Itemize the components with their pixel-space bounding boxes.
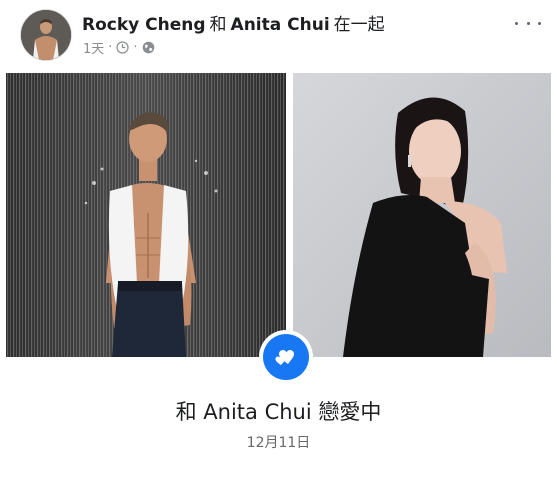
tagged-person-link[interactable]: Anita Chui (231, 15, 330, 35)
author-avatar[interactable] (21, 10, 71, 60)
life-event-title: 和 Anita Chui 戀愛中 (175, 400, 382, 424)
with-suffix: 在一起 (333, 15, 385, 35)
more-dot (515, 21, 518, 25)
life-event-date: 12月11日 (246, 435, 311, 451)
life-event-badge (259, 330, 313, 384)
hearts-icon (263, 334, 309, 380)
post-header: Rocky Cheng 和 Anita Chui 在一起 1天 · · (0, 0, 557, 70)
author-name-link[interactable]: Rocky Cheng (82, 15, 206, 35)
meta-separator: · (133, 40, 138, 55)
globe-icon[interactable] (142, 41, 155, 54)
with-joiner: 和 (209, 15, 227, 35)
facebook-post: Rocky Cheng 和 Anita Chui 在一起 1天 · · 和 An… (0, 0, 557, 482)
more-dot (538, 21, 541, 25)
photo-anita-chui[interactable] (293, 73, 551, 357)
post-author-line: Rocky Cheng 和 Anita Chui 在一起 (82, 10, 389, 35)
more-dot (526, 21, 530, 25)
photo-rocky-cheng[interactable] (6, 73, 286, 357)
post-meta: 1天 · · (83, 38, 155, 57)
meta-separator: · (108, 40, 113, 55)
post-timestamp[interactable]: 1天 (83, 38, 104, 57)
more-options-icon[interactable] (515, 16, 541, 30)
clock-icon (116, 41, 130, 54)
